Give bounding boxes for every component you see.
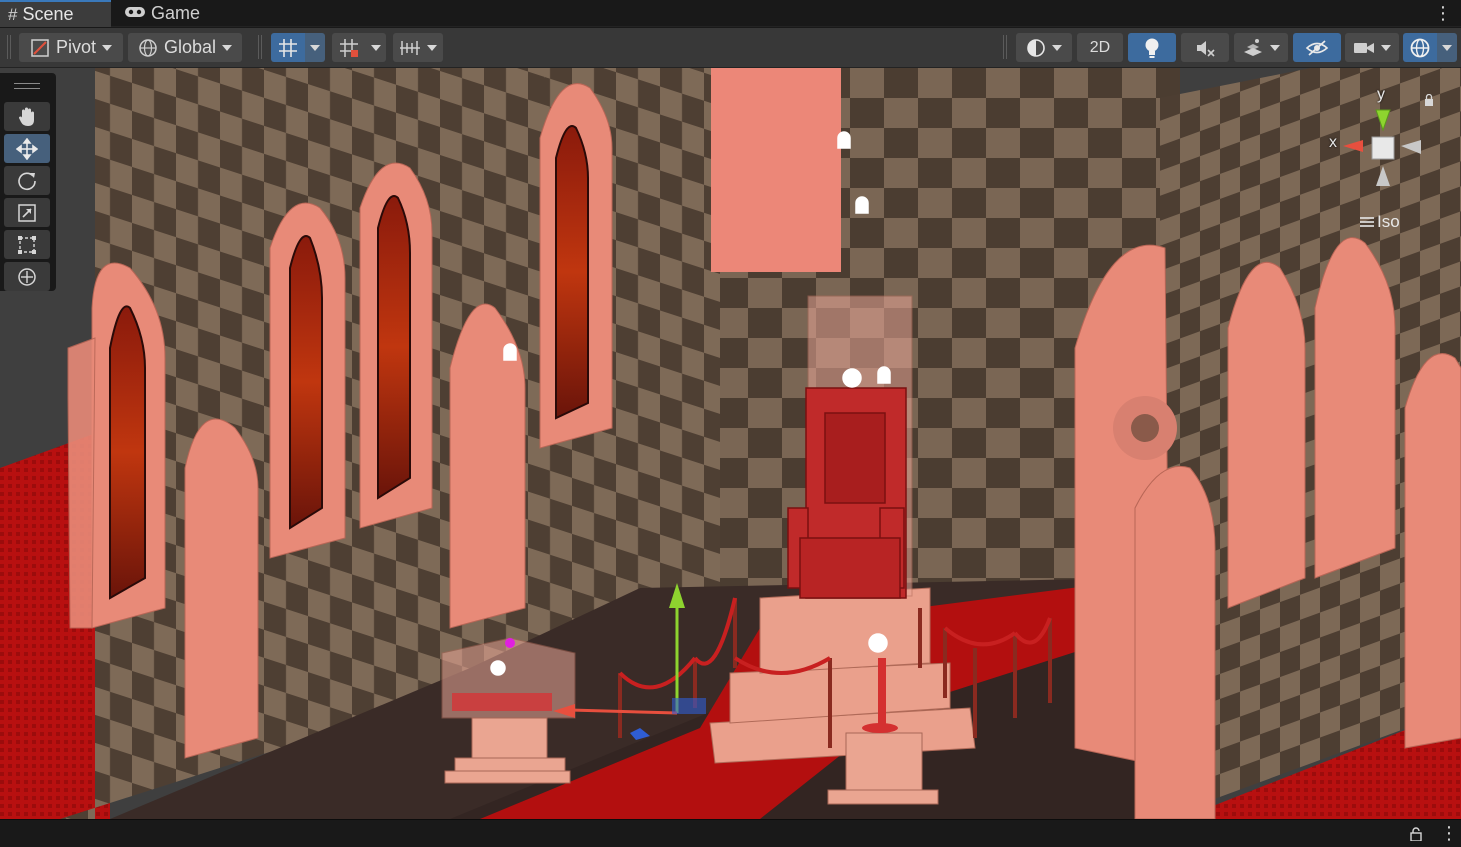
- chevron-down-icon: [310, 44, 320, 51]
- tab-game[interactable]: Game: [116, 0, 206, 27]
- increment-snap-menu-button[interactable]: [366, 33, 386, 62]
- pivot-label: Pivot: [55, 37, 97, 57]
- rect-tool-button[interactable]: [4, 230, 50, 259]
- align-button[interactable]: [393, 33, 443, 62]
- eye-slash-icon: [1305, 39, 1329, 56]
- chevron-down-icon: [102, 44, 113, 51]
- gizmos-menu-button[interactable]: [1437, 33, 1457, 62]
- axis-cube-icon: [1343, 109, 1421, 186]
- audio-toggle-button[interactable]: [1181, 33, 1229, 62]
- move-arrows-icon: [16, 137, 38, 160]
- tab-scene[interactable]: # Scene: [0, 0, 111, 27]
- globe-icon: [139, 38, 157, 57]
- chevron-down-icon: [1270, 44, 1280, 51]
- hand-tool-button[interactable]: [4, 102, 50, 131]
- speaker-mute-icon: [1197, 40, 1215, 57]
- global-label: Global: [163, 37, 217, 57]
- chevron-down-icon: [427, 44, 437, 51]
- tab-game-label: Game: [151, 3, 201, 23]
- gizmo-y-label: y: [1377, 86, 1385, 103]
- tab-bar: # Scene Game ⋮: [0, 0, 1461, 27]
- toolbar-grip[interactable]: [1003, 35, 1007, 59]
- global-dropdown[interactable]: Global: [128, 33, 242, 62]
- draw-mode-dropdown[interactable]: [1016, 33, 1072, 62]
- shading-icon: [1027, 38, 1045, 57]
- hand-icon: [19, 107, 34, 126]
- grid-snap-icon: [279, 38, 297, 57]
- ruler-icon: [400, 40, 420, 55]
- pivot-dropdown[interactable]: Pivot: [19, 33, 123, 62]
- scale-tool-button[interactable]: [4, 198, 50, 227]
- toolbar-grip[interactable]: [258, 35, 262, 59]
- status-bar: ⋮: [0, 819, 1461, 847]
- increment-snap-button[interactable]: [332, 33, 366, 62]
- toolbar-grip[interactable]: [7, 35, 11, 59]
- tools-overlay: [0, 73, 56, 291]
- rotate-icon: [18, 172, 36, 190]
- grid-snap-menu-button[interactable]: [305, 33, 325, 62]
- projection-label: Iso: [1377, 212, 1400, 231]
- gear-decoration: [1113, 396, 1177, 460]
- gizmos-button[interactable]: [1403, 33, 1437, 62]
- gamepad-icon: [124, 4, 146, 24]
- lock-icon[interactable]: [1424, 94, 1434, 106]
- scene-viewport[interactable]: x y Iso: [0, 68, 1461, 819]
- scene-toolbar: Pivot Global 2D: [0, 28, 1461, 68]
- chevron-down-icon: [371, 44, 381, 51]
- overlay-drag-handle[interactable]: [14, 83, 40, 89]
- camera-icon: [1354, 42, 1374, 53]
- scene-visibility-button[interactable]: [1293, 33, 1341, 62]
- tab-scene-label: Scene: [22, 4, 74, 24]
- projection-toggle[interactable]: Iso: [1360, 212, 1400, 232]
- more-options-icon[interactable]: ⋮: [1434, 4, 1452, 22]
- grid-snap-button[interactable]: [271, 33, 305, 62]
- gizmo-globe-icon: [1410, 38, 1430, 57]
- throne: [787, 387, 907, 599]
- move-tool-button[interactable]: [4, 134, 50, 163]
- chess-board: [452, 693, 552, 711]
- menu-lines-icon: [1360, 217, 1374, 227]
- transform-tool-button[interactable]: [4, 262, 50, 291]
- toggle-2d-label: 2D: [1089, 38, 1111, 56]
- increment-snap-icon: [340, 38, 358, 57]
- chevron-down-icon: [1381, 44, 1391, 51]
- lightbulb-icon: [1145, 38, 1159, 58]
- hash-icon: #: [8, 4, 18, 24]
- chevron-down-icon: [222, 44, 233, 51]
- transform-icon: [18, 267, 36, 286]
- chevron-down-icon: [1052, 44, 1062, 51]
- toggle-2d-button[interactable]: 2D: [1077, 33, 1123, 62]
- chevron-down-icon: [1442, 44, 1452, 51]
- effects-dropdown[interactable]: [1234, 33, 1288, 62]
- more-options-icon[interactable]: ⋮: [1440, 824, 1458, 842]
- pivot-icon: [31, 38, 49, 57]
- rect-transform-icon: [18, 235, 36, 254]
- camera-dropdown[interactable]: [1345, 33, 1399, 62]
- lock-icon[interactable]: [1410, 827, 1422, 841]
- effects-icon: [1244, 38, 1262, 56]
- lighting-toggle-button[interactable]: [1128, 33, 1176, 62]
- scale-icon: [18, 203, 36, 222]
- rotate-tool-button[interactable]: [4, 166, 50, 195]
- gizmo-x-label: x: [1329, 134, 1337, 151]
- scene-render: [0, 68, 1461, 819]
